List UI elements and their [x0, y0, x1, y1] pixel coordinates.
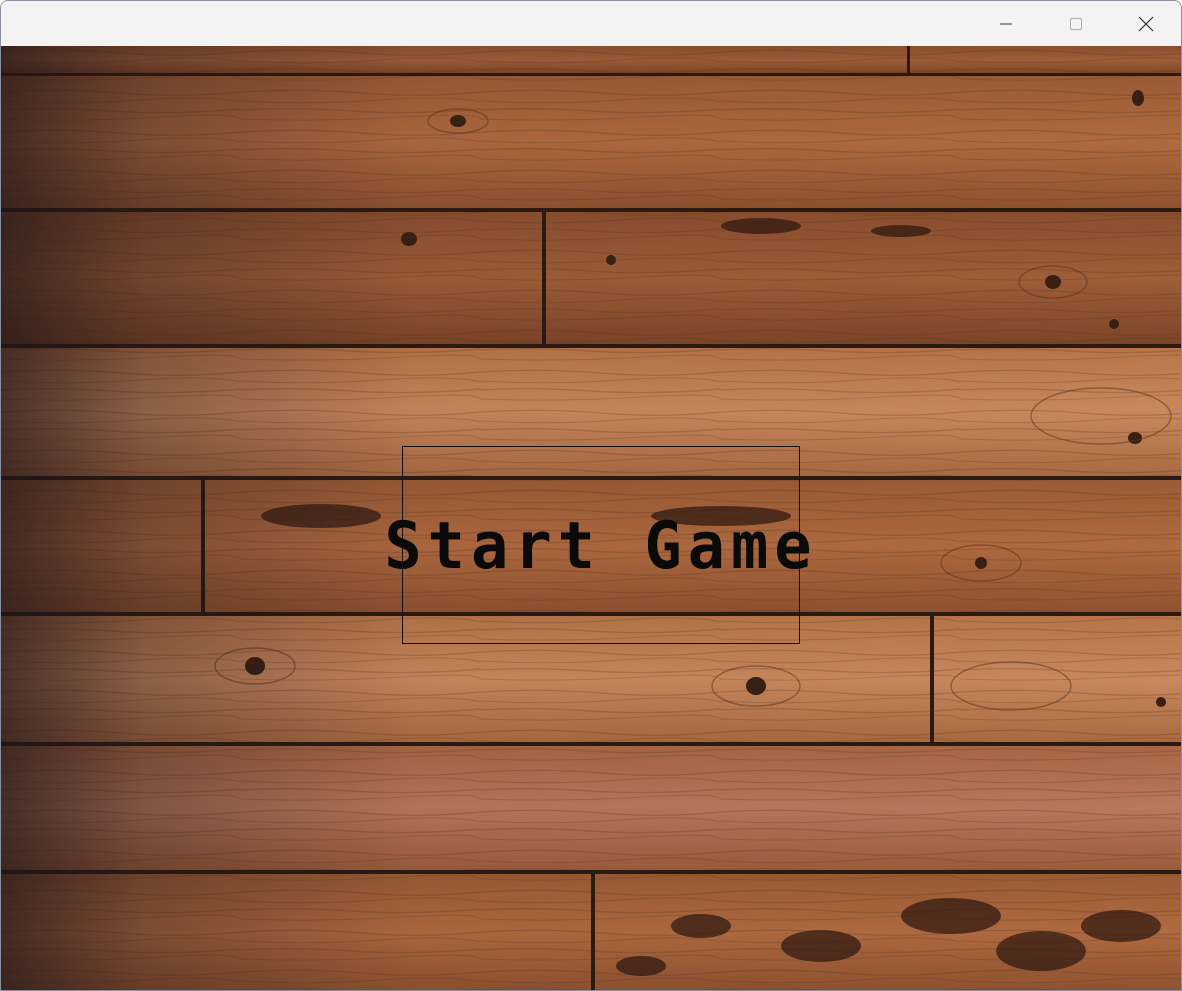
minimize-button[interactable]	[971, 1, 1041, 46]
start-game-button[interactable]: Start Game	[384, 446, 812, 644]
close-icon	[1137, 15, 1155, 33]
app-window: Start Game	[0, 0, 1182, 991]
maximize-button[interactable]	[1041, 1, 1111, 46]
title-bar[interactable]	[1, 1, 1181, 46]
start-game-label: Start Game	[384, 506, 818, 584]
close-button[interactable]	[1111, 1, 1181, 46]
maximize-icon	[1068, 16, 1084, 32]
minimize-icon	[998, 16, 1014, 32]
game-canvas[interactable]: Start Game	[1, 46, 1181, 990]
